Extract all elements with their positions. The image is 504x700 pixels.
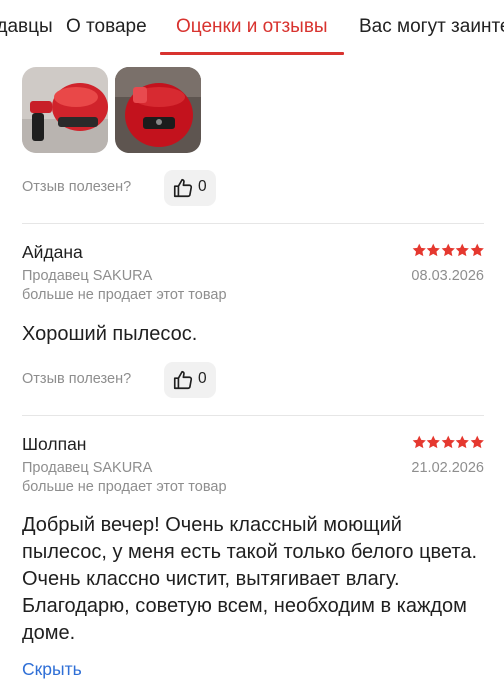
like-count: 0 <box>198 370 207 387</box>
tab-you-may-like[interactable]: Вас могут заинтересовать <box>359 16 504 38</box>
helpful-label: Отзыв полезен? <box>22 371 132 387</box>
seller-note: больше не продает этот товар <box>22 287 227 303</box>
star-icon <box>455 435 470 449</box>
review-text: Добрый вечер! Очень классный моющий пыле… <box>22 514 477 644</box>
review-photo-2[interactable] <box>115 67 201 153</box>
rating-stars <box>412 435 485 449</box>
seller-note: больше не продает этот товар <box>22 479 227 495</box>
like-count: 0 <box>198 178 207 195</box>
helpful-label: Отзыв полезен? <box>22 179 132 195</box>
review-date: 21.02.2026 <box>411 460 484 476</box>
divider <box>22 223 484 224</box>
rating-stars <box>412 243 485 257</box>
star-icon <box>412 435 427 449</box>
star-icon <box>470 435 485 449</box>
review-author: Шолпан <box>22 434 87 454</box>
star-icon <box>455 243 470 257</box>
like-thumb-icon <box>173 178 193 198</box>
review-author: Айдана <box>22 242 83 262</box>
star-icon <box>426 243 441 257</box>
review-date: 08.03.2026 <box>411 268 484 284</box>
star-icon <box>441 243 456 257</box>
like-thumb-icon <box>173 370 193 390</box>
star-icon <box>470 243 485 257</box>
tab-sellers[interactable]: Продавцы <box>0 16 53 38</box>
like-button[interactable]: 0 <box>164 362 216 398</box>
active-tab-indicator <box>160 52 344 55</box>
tab-ratings-reviews[interactable]: Оценки и отзывы <box>176 16 328 38</box>
tab-bar: Продавцы О товаре Оценки и отзывы Вас мо… <box>0 0 504 56</box>
star-icon <box>426 435 441 449</box>
tab-about-product[interactable]: О товаре <box>66 16 147 38</box>
review-seller: Продавец SAKURA <box>22 268 153 284</box>
review-text: Хороший пылесос. <box>22 323 198 345</box>
review-seller: Продавец SAKURA <box>22 460 153 476</box>
star-icon <box>441 435 456 449</box>
star-icon <box>412 243 427 257</box>
review-photo-1[interactable] <box>22 67 108 153</box>
divider <box>22 415 484 416</box>
hide-link[interactable]: Скрыть <box>22 659 82 680</box>
like-button[interactable]: 0 <box>164 170 216 206</box>
